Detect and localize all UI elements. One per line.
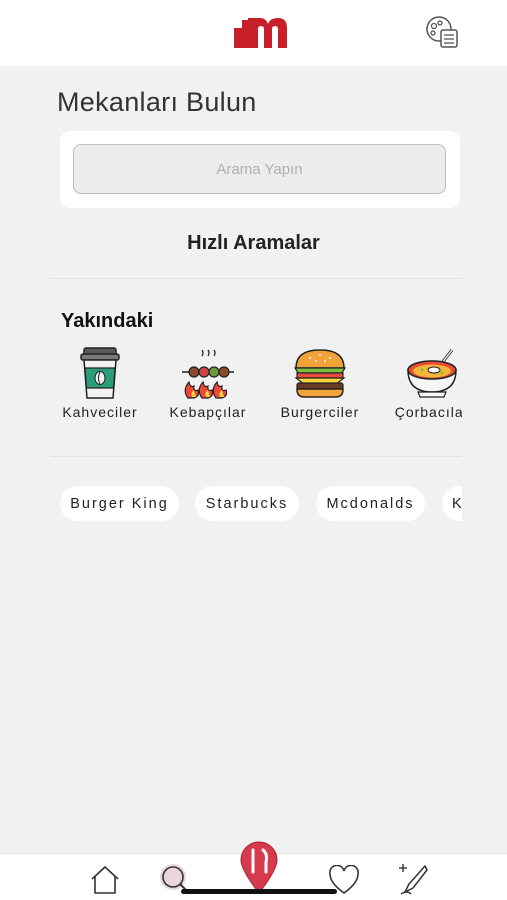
category-corbacilar[interactable]: Çorbacılar	[382, 346, 462, 430]
coffee-cup-icon	[80, 347, 120, 399]
quick-search-title: Hızlı Aramalar	[187, 232, 320, 254]
search-card	[60, 131, 460, 208]
menu-list-icon[interactable]	[424, 14, 460, 50]
category-label: Çorbacılar	[394, 404, 462, 420]
top-bar	[0, 0, 507, 66]
kebab-icon	[182, 349, 234, 399]
nearby-title: Yakındaki	[61, 310, 154, 332]
m-logo[interactable]	[232, 14, 288, 50]
category-kahveciler[interactable]: Kahveciler	[56, 346, 150, 430]
chip-mcdonalds[interactable]: Mcdonalds	[316, 486, 425, 521]
search-input[interactable]	[73, 144, 446, 194]
popular-chips: Burger King Starbucks Mcdonalds KFC	[60, 486, 462, 522]
divider	[50, 278, 462, 279]
divider	[50, 456, 462, 457]
location-pin-icon[interactable]	[238, 840, 280, 894]
add-review-icon[interactable]	[397, 862, 429, 896]
chip-burger-king[interactable]: Burger King	[60, 486, 179, 521]
category-label: Kebapçılar	[169, 404, 247, 420]
soup-icon	[407, 349, 457, 398]
home-icon[interactable]	[89, 864, 121, 896]
category-label: Burgerciler	[280, 404, 360, 420]
category-burgerciler[interactable]: Burgerciler	[270, 346, 370, 430]
chip-starbucks[interactable]: Starbucks	[195, 486, 299, 521]
chip-kfc[interactable]: KFC	[442, 486, 462, 521]
category-label: Kahveciler	[62, 404, 138, 420]
home-indicator	[181, 889, 337, 894]
category-kebapcilar[interactable]: Kebapçılar	[158, 346, 258, 430]
nearby-categories: Kahveciler Kebapçılar Burgerciler Çorbac…	[56, 346, 462, 430]
burger-icon	[293, 349, 347, 398]
page-title: Mekanları Bulun	[57, 87, 257, 117]
